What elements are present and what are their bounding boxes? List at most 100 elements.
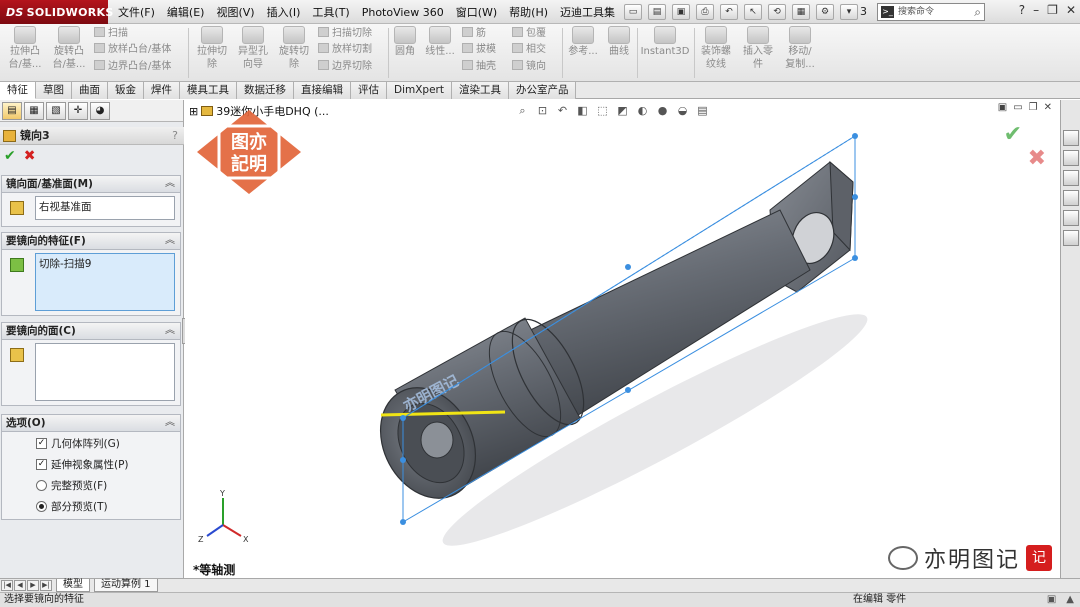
close-icon[interactable]: ✕ xyxy=(1066,3,1076,17)
menu-photoview[interactable]: PhotoView 360 xyxy=(356,6,450,19)
options-gear-icon[interactable]: ⚙ xyxy=(816,4,834,20)
tab-dimxpert[interactable]: DimXpert xyxy=(387,82,452,99)
reference-geometry-button[interactable]: 参考... xyxy=(565,24,601,58)
instant3d-button[interactable]: Instant3D xyxy=(639,24,691,58)
mirror-plane-group-header[interactable]: 镜向面/基准面(M) ︽ xyxy=(1,175,181,193)
propagate-visual-checkbox[interactable]: ✓ xyxy=(36,459,47,470)
tab-motion-study[interactable]: 运动算例 1 xyxy=(94,579,158,592)
linear-pattern-button[interactable]: 线性... xyxy=(422,24,458,58)
partial-preview-option[interactable]: 部分预览(T) xyxy=(36,499,108,514)
rebuild-icon[interactable]: ⟲ xyxy=(768,4,786,20)
help-icon[interactable]: ? xyxy=(1019,3,1025,17)
solidworks-resources-icon[interactable] xyxy=(1063,130,1079,146)
display-manager-icon[interactable]: ◕ xyxy=(90,102,110,120)
custom-properties-icon[interactable] xyxy=(1063,230,1079,246)
new-file-icon[interactable]: ▭ xyxy=(624,4,642,20)
features-to-mirror-list[interactable]: 切除-扫描9 xyxy=(35,253,175,311)
print-icon[interactable]: ⎙ xyxy=(696,4,714,20)
appearances-icon[interactable] xyxy=(1063,210,1079,226)
draft-button[interactable]: 拔模 xyxy=(462,42,496,57)
tab-mold-tools[interactable]: 模具工具 xyxy=(180,82,237,99)
boundary-boss-button[interactable]: 边界凸台/基体 xyxy=(94,59,171,74)
boundary-cut-button[interactable]: 边界切除 xyxy=(318,59,372,74)
tab-weldments[interactable]: 焊件 xyxy=(144,82,180,99)
sweep-button[interactable]: 扫描 xyxy=(94,26,128,41)
intersect-button[interactable]: 相交 xyxy=(512,42,546,57)
move-copy-button[interactable]: 移动/ 复制... xyxy=(780,24,820,71)
shell-button[interactable]: 抽壳 xyxy=(462,59,496,74)
file-explorer-icon[interactable] xyxy=(1063,170,1079,186)
cosmetic-thread-button[interactable]: 装饰螺 纹线 xyxy=(696,24,736,71)
configuration-manager-icon[interactable]: ▧ xyxy=(46,102,66,120)
graphics-area[interactable]: ⊞ 39迷你小手电DHQ (... ⌕ ⊡ ↶ ◧ ⬚ ◩ ◐ ● ◒ ▤ ▣ ▭… xyxy=(185,100,1060,578)
options-group-header[interactable]: 选项(O) ︽ xyxy=(1,414,181,432)
save-icon[interactable]: ▣ xyxy=(672,4,690,20)
tab-sheet-metal[interactable]: 钣金 xyxy=(108,82,144,99)
customize-icon[interactable]: ▾ xyxy=(840,4,858,20)
prev-tab-icon[interactable]: ◀ xyxy=(14,580,26,591)
menu-maidi-tools[interactable]: 迈迪工具集 xyxy=(554,4,621,20)
collapse-chevron-icon[interactable]: ︽ xyxy=(165,233,175,249)
open-file-icon[interactable]: ▤ xyxy=(648,4,666,20)
collapse-chevron-icon[interactable]: ︽ xyxy=(165,176,175,192)
help-button[interactable]: ? xyxy=(172,127,178,145)
units-status-icon[interactable]: ▲ xyxy=(1066,593,1074,607)
next-tab-icon[interactable]: ▶ xyxy=(27,580,39,591)
tab-render-tools[interactable]: 渲染工具 xyxy=(451,82,509,99)
full-preview-option[interactable]: 完整预览(F) xyxy=(36,478,107,493)
hole-wizard-button[interactable]: 异型孔 向导 xyxy=(233,24,273,71)
mirror-button[interactable]: 镜向 xyxy=(512,59,546,74)
tab-office-products[interactable]: 办公室产品 xyxy=(508,82,577,99)
features-group-header[interactable]: 要镜向的特征(F) ︽ xyxy=(1,232,181,250)
tab-sketch[interactable]: 草图 xyxy=(36,82,72,99)
command-search-input[interactable]: >_ 搜索命令 ⌕ xyxy=(877,3,985,21)
swept-cut-button[interactable]: 扫描切除 xyxy=(318,26,372,41)
property-manager-icon[interactable]: ▦ xyxy=(24,102,44,120)
fillet-button[interactable]: 圆角 xyxy=(390,24,420,58)
rib-button[interactable]: 筋 xyxy=(462,26,486,41)
loft-boss-button[interactable]: 放样凸台/基体 xyxy=(94,42,171,57)
menu-help[interactable]: 帮助(H) xyxy=(503,4,554,20)
dimxpert-manager-icon[interactable]: ✛ xyxy=(68,102,88,120)
last-tab-icon[interactable]: ▶| xyxy=(40,580,52,591)
geometry-pattern-option[interactable]: ✓ 几何体阵列(G) xyxy=(36,436,120,451)
minimize-icon[interactable]: – xyxy=(1033,3,1039,17)
extrude-cut-button[interactable]: 拉伸切 除 xyxy=(192,24,232,71)
menu-edit[interactable]: 编辑(E) xyxy=(161,4,211,20)
tab-model[interactable]: 模型 xyxy=(56,579,90,592)
insert-part-button[interactable]: 插入零 件 xyxy=(738,24,778,71)
faces-group-header[interactable]: 要镜向的面(C) ︽ xyxy=(1,322,181,340)
geometry-pattern-checkbox[interactable]: ✓ xyxy=(36,438,47,449)
view-palette-icon[interactable] xyxy=(1063,190,1079,206)
file-properties-icon[interactable]: ▦ xyxy=(792,4,810,20)
curves-button[interactable]: 曲线 xyxy=(603,24,635,58)
revolve-cut-button[interactable]: 旋转切 除 xyxy=(274,24,314,71)
faces-to-mirror-list[interactable] xyxy=(35,343,175,401)
ok-check-icon[interactable]: ✔ xyxy=(4,148,16,164)
tab-direct-editing[interactable]: 直接编辑 xyxy=(294,82,351,99)
menu-window[interactable]: 窗口(W) xyxy=(450,4,503,20)
extrude-boss-button[interactable]: 拉伸凸 台/基... xyxy=(4,24,46,71)
collapse-chevron-icon[interactable]: ︽ xyxy=(165,415,175,431)
partial-preview-radio[interactable] xyxy=(36,501,47,512)
tab-surfaces[interactable]: 曲面 xyxy=(72,82,108,99)
wrap-button[interactable]: 包覆 xyxy=(512,26,546,41)
search-icon[interactable]: ⌕ xyxy=(974,4,981,20)
menu-view[interactable]: 视图(V) xyxy=(210,4,260,20)
select-icon[interactable]: ↖ xyxy=(744,4,762,20)
mirror-plane-field[interactable]: 右视基准面 xyxy=(35,196,175,220)
feature-manager-icon[interactable]: ▤ xyxy=(2,102,22,120)
collapse-chevron-icon[interactable]: ︽ xyxy=(165,323,175,339)
solidworks-logo[interactable]: DS SOLIDWORKS xyxy=(0,0,113,24)
undo-icon[interactable]: ↶ xyxy=(720,4,738,20)
menu-file[interactable]: 文件(F) xyxy=(112,4,161,20)
tab-data-migration[interactable]: 数据迁移 xyxy=(237,82,294,99)
revolve-boss-button[interactable]: 旋转凸 台/基... xyxy=(48,24,90,71)
tab-evaluate[interactable]: 评估 xyxy=(351,82,387,99)
propagate-visual-option[interactable]: ✓ 延伸视象属性(P) xyxy=(36,457,129,472)
cancel-x-icon[interactable]: ✖ xyxy=(24,148,36,164)
design-library-icon[interactable] xyxy=(1063,150,1079,166)
menu-tools[interactable]: 工具(T) xyxy=(306,4,355,20)
lofted-cut-button[interactable]: 放样切割 xyxy=(318,42,372,57)
rebuild-status-icon[interactable]: ▣ xyxy=(1047,593,1056,607)
